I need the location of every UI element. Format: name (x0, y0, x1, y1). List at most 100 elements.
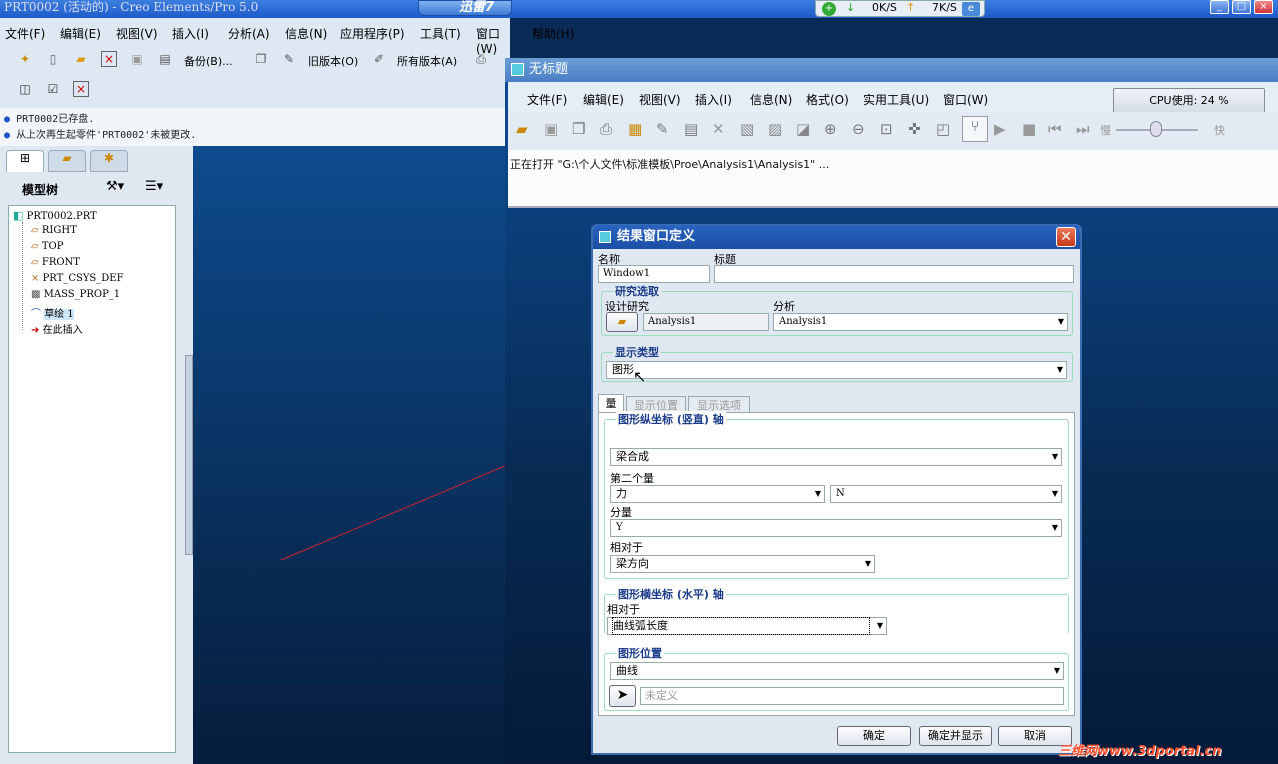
tree-item-front[interactable]: ▱ FRONT (31, 257, 80, 273)
menu-info[interactable]: 信息(N) (285, 25, 327, 42)
menu-analysis[interactable]: 分析(A) (228, 25, 270, 42)
tree-item-insert-here[interactable]: ➜ 在此插入 (31, 321, 83, 337)
copy-icon[interactable]: ❐ (572, 120, 585, 138)
display-type-dropdown[interactable]: 图形 ▼ (606, 361, 1067, 379)
menu-applications[interactable]: 应用程序(P) (340, 25, 405, 42)
branch-icon[interactable]: ⑂ (962, 116, 988, 142)
tree-label: FRONT (41, 257, 80, 268)
browser-icon[interactable]: e (962, 2, 980, 16)
play-icon[interactable]: ▶ (994, 120, 1006, 138)
model-tree-tab[interactable]: ⊞ (6, 150, 44, 172)
activate-window-icon[interactable]: ☑ (42, 78, 64, 100)
image-icon[interactable]: ▦ (628, 120, 642, 138)
show-icon[interactable]: ☰▾ (145, 179, 163, 194)
menu-window[interactable]: 窗口(W) (943, 91, 988, 108)
close-window-icon[interactable]: × (101, 51, 117, 67)
tree-item-csys[interactable]: ⨯ PRT_CSYS_DEF (31, 273, 124, 289)
maximize-button[interactable]: □ (1232, 0, 1251, 14)
open-design-study-button[interactable]: ▰ (606, 312, 638, 332)
paste-icon[interactable]: ▤ (684, 120, 698, 138)
y-axis-group-label: 图形纵坐标 (竖直) 轴 (616, 411, 726, 427)
old-version-label[interactable]: 旧版本(O) (308, 53, 358, 69)
all-versions-label[interactable]: 所有版本(A) (397, 53, 457, 69)
save-icon[interactable]: ▣ (544, 120, 558, 138)
zoom-out-icon[interactable]: ⊖ (852, 120, 865, 138)
position-reference-field[interactable]: 未定义 (640, 687, 1064, 705)
new-icon[interactable]: ✦ (14, 48, 36, 70)
tree-item-sketch[interactable]: ⌒ 草绘 1 (31, 305, 74, 321)
menu-edit[interactable]: 编辑(E) (583, 91, 624, 108)
menu-tools[interactable]: 工具(T) (420, 25, 461, 42)
delete-icon[interactable]: ✕ (712, 120, 725, 138)
ok-button[interactable]: 确定 (837, 726, 911, 746)
plus-icon[interactable]: + (822, 2, 836, 16)
menu-file[interactable]: 文件(F) (5, 25, 45, 42)
tree-item-top[interactable]: ▱ TOP (31, 241, 64, 257)
open-folder-icon[interactable]: ▰ (70, 48, 92, 70)
y-quantity-dropdown[interactable]: 梁合成 ▼ (610, 448, 1062, 466)
x-relative-to-dropdown[interactable]: 曲线弧长度 ▼ (607, 617, 887, 635)
refit-icon[interactable]: ⊡ (880, 120, 893, 138)
all-versions-icon[interactable]: ✐ (368, 48, 390, 70)
orient-icon[interactable]: ✜ (908, 120, 921, 138)
edit-icon[interactable]: ✎ (656, 120, 669, 138)
menu-insert[interactable]: 插入(I) (695, 91, 732, 108)
tool2-icon[interactable]: ▨ (768, 120, 782, 138)
open-folder-icon[interactable]: ▰ (516, 120, 528, 138)
component-dropdown[interactable]: Y ▼ (610, 519, 1062, 537)
tab-display-options[interactable]: 显示选项 (688, 396, 750, 412)
tree-item-root[interactable]: ◧ PRT0002.PRT (13, 209, 97, 225)
menu-file[interactable]: 文件(F) (527, 91, 567, 108)
window-app-icon (511, 63, 524, 76)
ok-and-show-button[interactable]: 确定并显示 (919, 726, 992, 746)
tree-item-mass-prop[interactable]: ▩ MASS_PROP_1 (31, 289, 120, 305)
favorites-tab[interactable]: ✱ (90, 150, 128, 172)
close-icon[interactable]: × (73, 81, 89, 97)
stop-icon[interactable]: ■ (1022, 120, 1036, 138)
menu-view[interactable]: 视图(V) (639, 91, 681, 108)
page-icon[interactable]: ▯ (42, 48, 64, 70)
close-button[interactable]: × (1254, 0, 1273, 14)
tree-item-right[interactable]: ▱ RIGHT (31, 225, 77, 241)
unit-dropdown[interactable]: N ▼ (830, 485, 1062, 503)
tool-icon[interactable]: ▧ (740, 120, 754, 138)
settings-icon[interactable]: ⚒▾ (106, 179, 124, 194)
menu-help[interactable]: 帮助(H) (532, 25, 574, 42)
chevron-down-icon: ▼ (864, 559, 871, 568)
analysis-dropdown[interactable]: Analysis1 ▼ (773, 313, 1068, 331)
menu-view[interactable]: 视图(V) (116, 25, 158, 42)
menu-insert[interactable]: 插入(I) (172, 25, 209, 42)
menu-info[interactable]: 信息(N) (750, 91, 792, 108)
name-field[interactable]: Window1 (598, 265, 710, 283)
chart-icon[interactable]: ◪ (796, 120, 810, 138)
minimize-button[interactable]: _ (1210, 0, 1229, 14)
graphics-canvas[interactable] (193, 146, 505, 764)
folder-tab[interactable]: ▰ (48, 150, 86, 172)
panel-splitter[interactable] (185, 355, 193, 555)
save-icon[interactable]: ▣ (126, 48, 148, 70)
window-icon[interactable]: ◫ (14, 78, 36, 100)
title-field[interactable] (714, 265, 1074, 283)
position-dropdown[interactable]: 曲线 ▼ (610, 662, 1064, 680)
backup-icon[interactable]: ▤ (154, 48, 176, 70)
print-icon[interactable]: ⎙ (600, 120, 612, 138)
menu-utilities[interactable]: 实用工具(U) (863, 91, 929, 108)
speed-slider-handle[interactable] (1150, 121, 1162, 137)
select-button[interactable]: ➤ (609, 685, 636, 707)
print-icon[interactable]: ⎙ (470, 48, 492, 70)
backup-label[interactable]: 备份(B)... (184, 53, 233, 69)
relative-to-dropdown[interactable]: 梁方向 ▼ (610, 555, 875, 573)
frame-icon[interactable]: ◰ (936, 120, 950, 138)
old-version-icon[interactable]: ✎ (278, 48, 300, 70)
rewind-icon[interactable]: ⏮ (1048, 120, 1062, 138)
second-quantity-dropdown[interactable]: 力 ▼ (610, 485, 825, 503)
menu-edit[interactable]: 编辑(E) (60, 25, 101, 42)
copy-icon[interactable]: ❐ (250, 48, 272, 70)
dialog-close-icon[interactable]: ✕ (1056, 227, 1076, 247)
xunlei-badge[interactable]: 迅雷7 (418, 0, 512, 16)
tab-display-location[interactable]: 显示位置 (626, 396, 686, 412)
forward-icon[interactable]: ⏭ (1076, 120, 1090, 138)
menu-format[interactable]: 格式(O) (806, 91, 849, 108)
zoom-in-icon[interactable]: ⊕ (824, 120, 837, 138)
tab-quantity[interactable]: 量 (598, 394, 624, 412)
